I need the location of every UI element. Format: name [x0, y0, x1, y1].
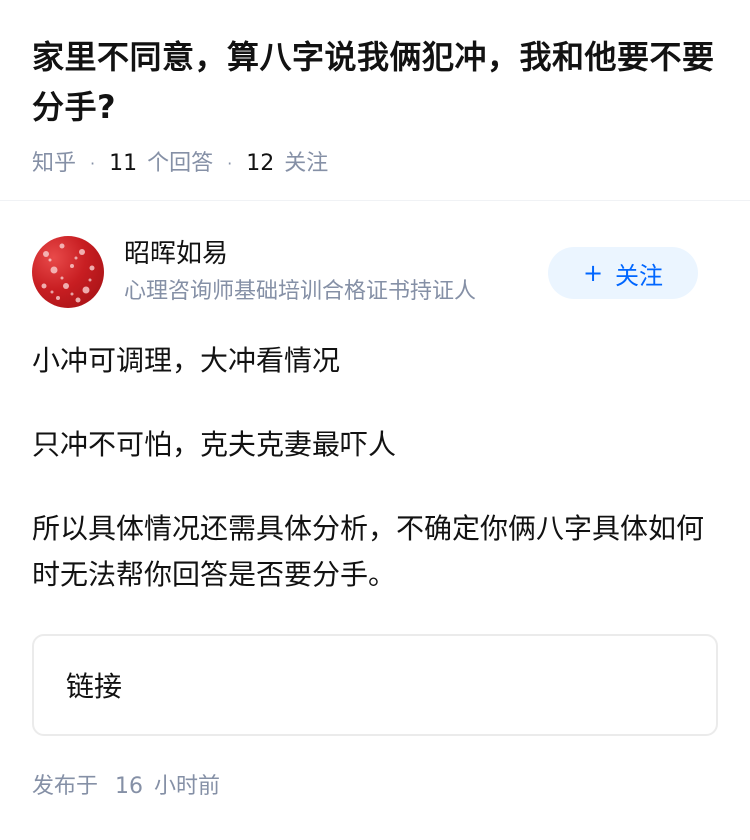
separator-dot: · — [90, 154, 96, 173]
floral-pattern-icon — [41, 243, 95, 303]
plus-icon: + — [582, 259, 604, 287]
avatar[interactable] — [32, 236, 104, 308]
answers-label[interactable]: 个回答 — [147, 148, 213, 180]
answers-count: 11 — [109, 151, 138, 176]
follow-button-label: 关注 — [615, 261, 664, 290]
followers-count: 12 — [246, 151, 275, 176]
followers-label[interactable]: 关注 — [284, 148, 328, 180]
published-number: 16 — [115, 774, 144, 799]
published-time: 发布于 16 小时前 — [32, 770, 220, 804]
question-title[interactable]: 家里不同意，算八字说我俩犯冲，我和他要不要分手? — [32, 32, 722, 132]
published-prefix: 发布于 — [32, 774, 99, 799]
author-name[interactable]: 昭晖如易 — [124, 236, 228, 272]
question-meta: 知乎 · 11 个回答 · 12 关注 — [32, 148, 722, 180]
answer-paragraph: 小冲可调理，大冲看情况 — [32, 344, 341, 377]
link-card-label: 链接 — [66, 670, 123, 703]
follow-button[interactable]: + 关注 — [548, 247, 698, 299]
answer-paragraph: 只冲不可怕，克夫克妻最吓人 — [32, 428, 397, 461]
answer-paragraph: 所以具体情况还需具体分析，不确定你俩八字具体如何时无法帮你回答是否要分手。 — [32, 512, 705, 591]
link-card[interactable]: 链接 — [32, 634, 718, 736]
question-header: 家里不同意，算八字说我俩犯冲，我和他要不要分手? 知乎 · 11 个回答 · 1… — [32, 32, 722, 180]
section-divider — [0, 200, 750, 201]
author-bio: 心理咨询师基础培训合格证书持证人 — [124, 279, 477, 304]
published-unit: 小时前 — [154, 774, 221, 799]
source-label[interactable]: 知乎 — [32, 148, 76, 180]
separator-dot: · — [227, 154, 233, 173]
author-row: 昭晖如易 心理咨询师基础培训合格证书持证人 + 关注 — [32, 236, 718, 308]
